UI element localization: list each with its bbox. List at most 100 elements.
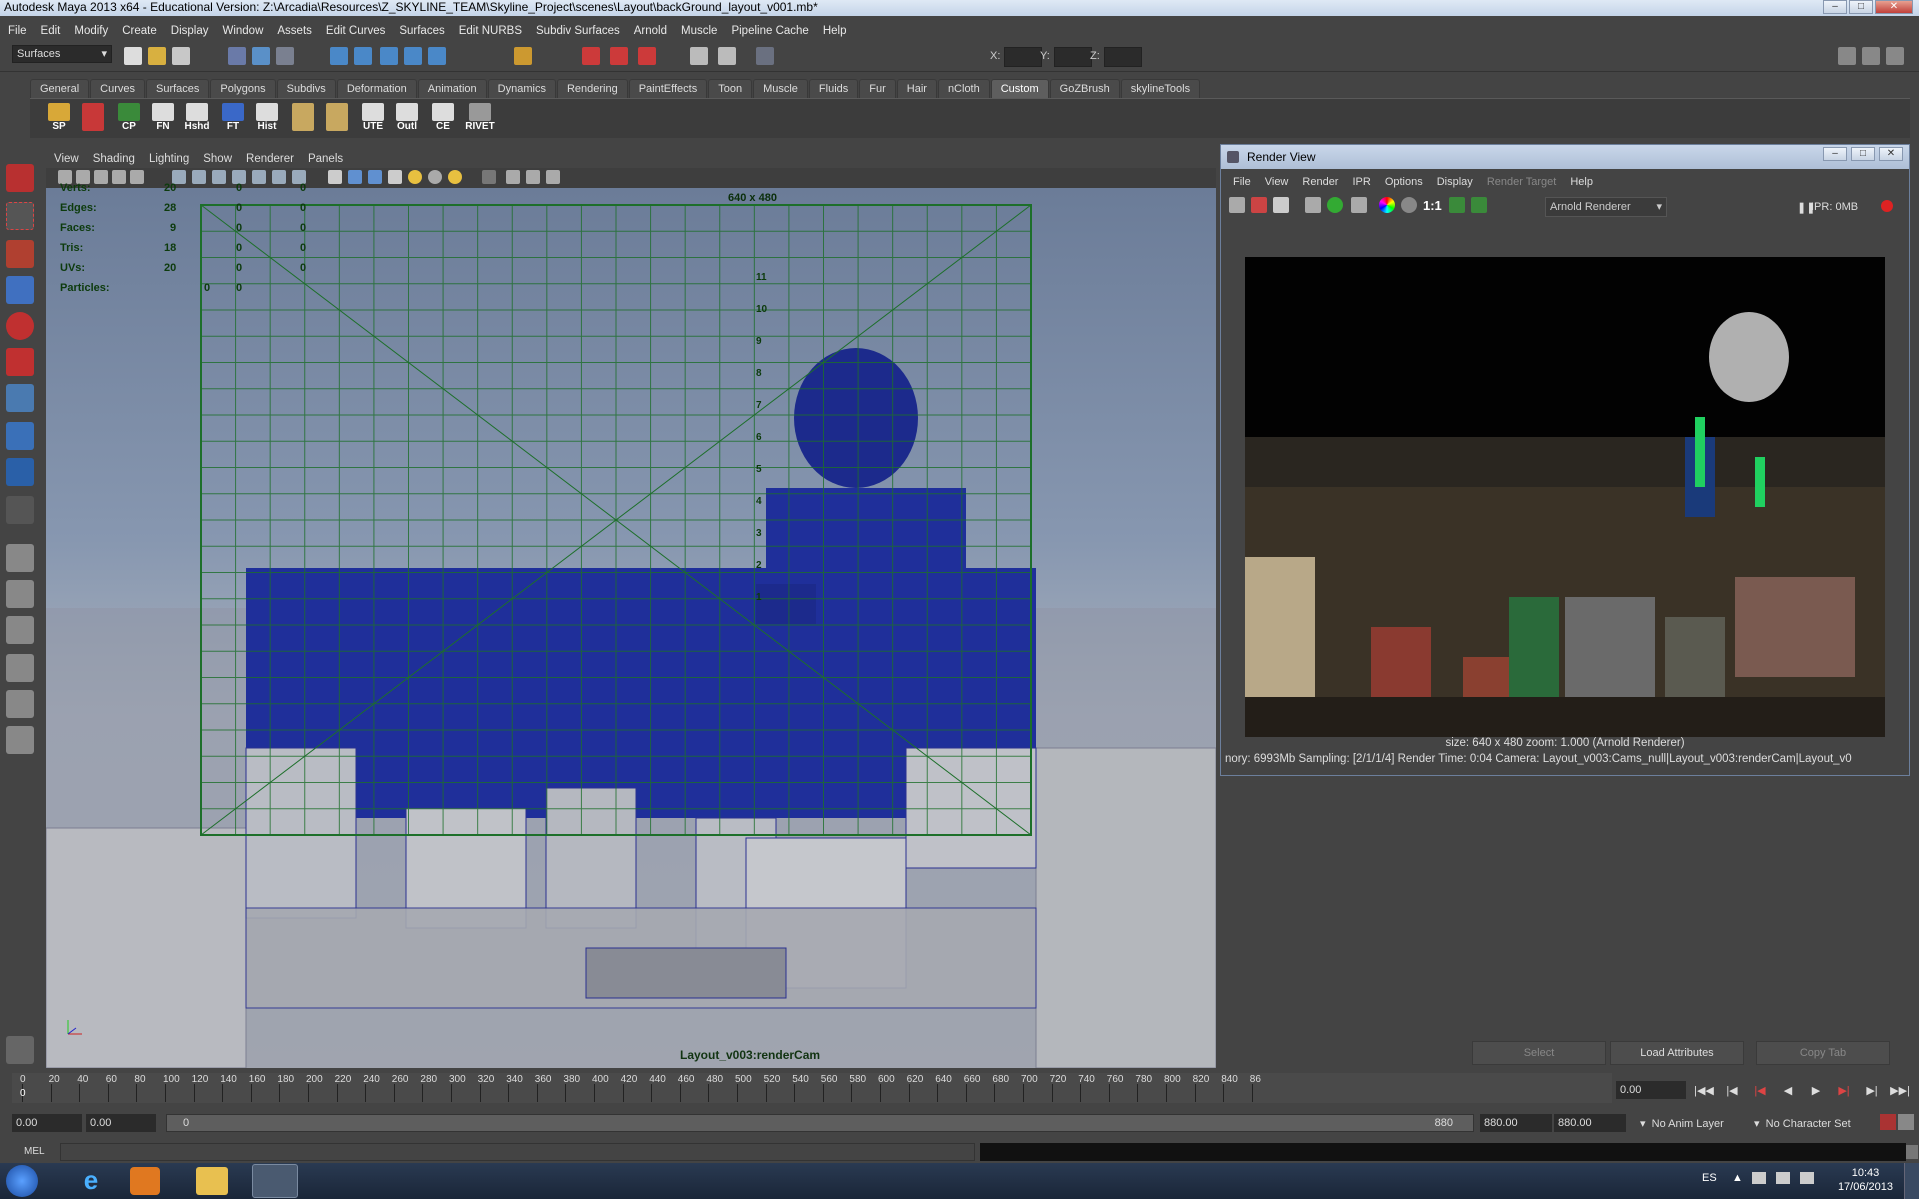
shelf-button-ute[interactable]: UTE xyxy=(358,103,388,137)
animation-preferences-icon[interactable] xyxy=(1898,1114,1914,1130)
shelf-tab[interactable]: skylineTools xyxy=(1120,79,1201,98)
animation-start-field[interactable]: 0.00 xyxy=(12,1114,82,1132)
universal-manipulator-icon[interactable] xyxy=(6,384,34,412)
command-language-label[interactable]: MEL xyxy=(24,1146,45,1157)
snap-view-plane-icon[interactable] xyxy=(404,47,422,65)
animation-end-field[interactable]: 880.00 xyxy=(1554,1114,1626,1132)
menu-file[interactable]: File xyxy=(8,25,27,37)
command-input[interactable] xyxy=(60,1143,975,1161)
step-forward-frame-icon[interactable]: ▶| xyxy=(1862,1082,1882,1100)
menu-edit[interactable]: Edit xyxy=(41,25,61,37)
x-field[interactable] xyxy=(1004,47,1042,67)
menu-arnold[interactable]: Arnold xyxy=(634,25,667,37)
menu-assets[interactable]: Assets xyxy=(277,25,312,37)
hypershade-icon[interactable] xyxy=(690,47,708,65)
viewport-menu-renderer[interactable]: Renderer xyxy=(246,153,294,165)
perspective-viewport[interactable] xyxy=(46,188,1216,1068)
remove-image-icon[interactable] xyxy=(1471,197,1487,213)
shelf-button-hshd[interactable]: Hshd xyxy=(182,103,212,137)
safe-action-icon[interactable] xyxy=(272,170,286,184)
render-view-maximize-button[interactable]: □ xyxy=(1851,147,1875,161)
keep-image-icon[interactable] xyxy=(1449,197,1465,213)
menu-modify[interactable]: Modify xyxy=(74,25,108,37)
image-plane-icon[interactable] xyxy=(112,170,126,184)
shelf-button-ce[interactable]: CE xyxy=(428,103,458,137)
ipr-icon[interactable] xyxy=(1305,197,1321,213)
shelf-tab[interactable]: PaintEffects xyxy=(628,79,708,98)
load-attributes-button[interactable]: Load Attributes xyxy=(1610,1041,1744,1065)
start-button-icon[interactable] xyxy=(6,1165,38,1197)
rv-menu-render[interactable]: Render xyxy=(1302,176,1338,188)
shelf-tab[interactable]: Surfaces xyxy=(145,79,210,98)
menu-set-select[interactable]: Surfaces ▾ xyxy=(12,45,112,63)
shelf-button-ruler[interactable] xyxy=(288,103,318,137)
ipr-render-icon[interactable] xyxy=(610,47,628,65)
alpha-channel-icon[interactable] xyxy=(1401,197,1417,213)
last-tool-icon[interactable] xyxy=(6,496,34,524)
resolution-gate-icon[interactable] xyxy=(212,170,226,184)
volume-icon[interactable] xyxy=(1800,1172,1814,1184)
shelf-tab[interactable]: Fur xyxy=(859,79,896,98)
shelf-tab[interactable]: Subdivs xyxy=(276,79,336,98)
range-slider[interactable]: 0 880 xyxy=(166,1114,1474,1132)
menu-subdiv-surfaces[interactable]: Subdiv Surfaces xyxy=(536,25,620,37)
textured-icon[interactable] xyxy=(388,170,402,184)
channel-box-icon[interactable] xyxy=(756,47,774,65)
file-explorer-icon[interactable] xyxy=(196,1167,228,1195)
shelf-tab[interactable]: Fluids xyxy=(808,79,859,98)
rv-menu-render-target[interactable]: Render Target xyxy=(1487,176,1557,188)
render-view-minimize-button[interactable]: – xyxy=(1823,147,1847,161)
rendered-image[interactable] xyxy=(1245,257,1885,737)
menu-muscle[interactable]: Muscle xyxy=(681,25,717,37)
rv-menu-display[interactable]: Display xyxy=(1437,176,1473,188)
menu-display[interactable]: Display xyxy=(171,25,209,37)
layout-outliner-icon[interactable] xyxy=(6,726,34,754)
character-set-select[interactable]: ▾ No Character Set xyxy=(1754,1117,1851,1130)
hand-tool-icon[interactable] xyxy=(6,1036,34,1064)
menu-pipeline-cache[interactable]: Pipeline Cache xyxy=(731,25,808,37)
render-region-icon[interactable] xyxy=(1251,197,1267,213)
go-to-end-icon[interactable]: ▶▶| xyxy=(1890,1082,1910,1100)
shelf-tab[interactable]: Dynamics xyxy=(487,79,556,98)
media-player-icon[interactable] xyxy=(130,1167,160,1195)
lasso-tool-icon[interactable] xyxy=(6,202,34,230)
viewport-menu-shading[interactable]: Shading xyxy=(93,153,135,165)
shelf-button-rivet[interactable]: RIVET xyxy=(462,103,498,137)
wireframe-on-shaded-icon[interactable] xyxy=(368,170,382,184)
render-view-close-button[interactable]: ✕ xyxy=(1879,147,1903,161)
internet-explorer-icon[interactable]: e xyxy=(70,1165,112,1197)
snap-grid-icon[interactable] xyxy=(330,47,348,65)
play-forwards-icon[interactable]: ▶ xyxy=(1806,1082,1826,1100)
rgb-channels-icon[interactable] xyxy=(1379,197,1395,213)
close-button[interactable]: ✕ xyxy=(1875,0,1913,14)
layout-four-icon[interactable] xyxy=(6,580,34,608)
shelf-button-measure[interactable] xyxy=(322,103,352,137)
refresh-ipr-icon[interactable] xyxy=(1327,197,1343,213)
viewport-menu-lighting[interactable]: Lighting xyxy=(149,153,189,165)
real-size-button[interactable]: 1:1 xyxy=(1423,198,1442,213)
maya-taskbar-icon[interactable] xyxy=(252,1164,298,1198)
stop-render-icon[interactable] xyxy=(1881,200,1893,212)
snap-live-icon[interactable] xyxy=(428,47,446,65)
menu-create[interactable]: Create xyxy=(122,25,157,37)
playback-start-field[interactable]: 0.00 xyxy=(86,1114,156,1132)
language-indicator[interactable]: ES xyxy=(1702,1172,1717,1184)
menu-window[interactable]: Window xyxy=(222,25,263,37)
menu-surfaces[interactable]: Surfaces xyxy=(399,25,444,37)
shelf-button-outl[interactable]: Outl xyxy=(392,103,422,137)
wireframe-icon[interactable] xyxy=(328,170,342,184)
shelf-tab[interactable]: Polygons xyxy=(210,79,276,98)
shelf-tab[interactable]: Deformation xyxy=(336,79,417,98)
backface-icon[interactable] xyxy=(546,170,560,184)
new-scene-icon[interactable] xyxy=(124,47,142,65)
tool-settings-toggle-icon[interactable] xyxy=(1862,47,1880,65)
open-scene-icon[interactable] xyxy=(148,47,166,65)
shelf-tab[interactable]: nCloth xyxy=(937,79,990,98)
shelf-tab[interactable]: Toon xyxy=(708,79,753,98)
clock[interactable]: 10:43 17/06/2013 xyxy=(1838,1166,1893,1194)
move-tool-icon[interactable] xyxy=(6,276,34,304)
menu-edit-curves[interactable]: Edit Curves xyxy=(326,25,385,37)
paint-select-tool-icon[interactable] xyxy=(6,240,34,268)
xray-icon[interactable] xyxy=(506,170,520,184)
shelf-button-ft[interactable]: FT xyxy=(218,103,248,137)
